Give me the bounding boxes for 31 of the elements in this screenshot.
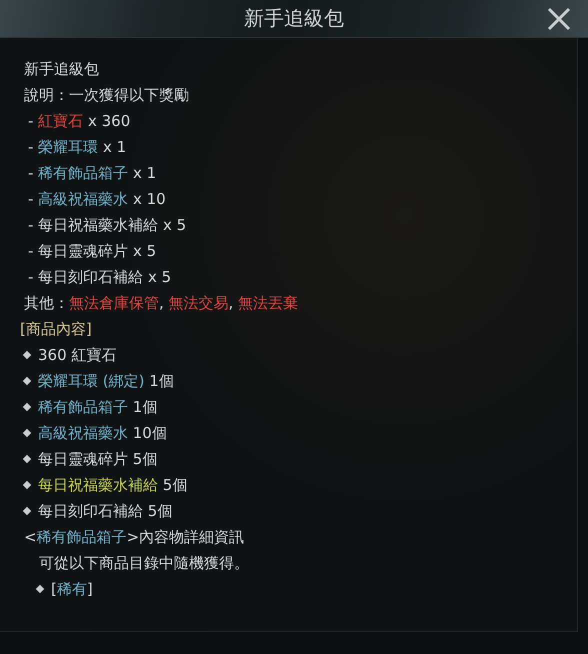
reward-line: - 每日刻印石補給 x 5 — [28, 267, 172, 288]
section-heading: [商品內容] — [20, 319, 92, 340]
reward-line: - 榮耀耳環 x 1 — [28, 137, 126, 158]
bullet-icon — [22, 506, 32, 516]
description-text: 新手追級包 — [24, 59, 99, 80]
reward-line: - 每日祝福藥水補給 x 5 — [28, 215, 186, 236]
window-title: 新手追級包 — [244, 5, 344, 32]
description-text: <稀有飾品箱子>內容物詳細資訊 — [24, 527, 244, 548]
bullet-icon — [22, 350, 32, 360]
reward-line: - 紅寶石 x 360 — [28, 111, 130, 132]
bullet-icon — [22, 480, 32, 490]
bullet-icon — [22, 376, 32, 386]
item-line: 榮耀耳環 (綁定) 1個 — [38, 371, 174, 392]
item-line: 360 紅寶石 — [38, 345, 116, 366]
bullet-icon — [22, 454, 32, 464]
description-text: 可從以下商品目錄中隨機獲得。 — [39, 553, 249, 574]
reward-line: - 高級祝福藥水 x 10 — [28, 189, 166, 210]
item-line: 稀有飾品箱子 1個 — [38, 397, 158, 418]
item-line: 每日刻印石補給 5個 — [38, 501, 172, 522]
bullet-icon — [22, 402, 32, 412]
reward-line: - 每日靈魂碎片 x 5 — [28, 241, 156, 262]
bullet-icon — [36, 584, 44, 594]
description-text: 說明：一次獲得以下獎勵 — [24, 85, 189, 106]
description-text: 其他：無法倉庫保管, 無法交易, 無法丟棄 — [24, 293, 298, 314]
category-link[interactable]: [稀有] — [51, 576, 93, 602]
close-icon — [546, 6, 572, 32]
item-line: 每日祝福藥水補給 5個 — [38, 475, 188, 496]
bullet-icon — [22, 428, 32, 438]
reward-line: - 稀有飾品箱子 x 1 — [28, 163, 156, 184]
item-line: 高級祝福藥水 10個 — [38, 423, 167, 444]
item-line: 每日靈魂碎片 5個 — [38, 449, 158, 470]
